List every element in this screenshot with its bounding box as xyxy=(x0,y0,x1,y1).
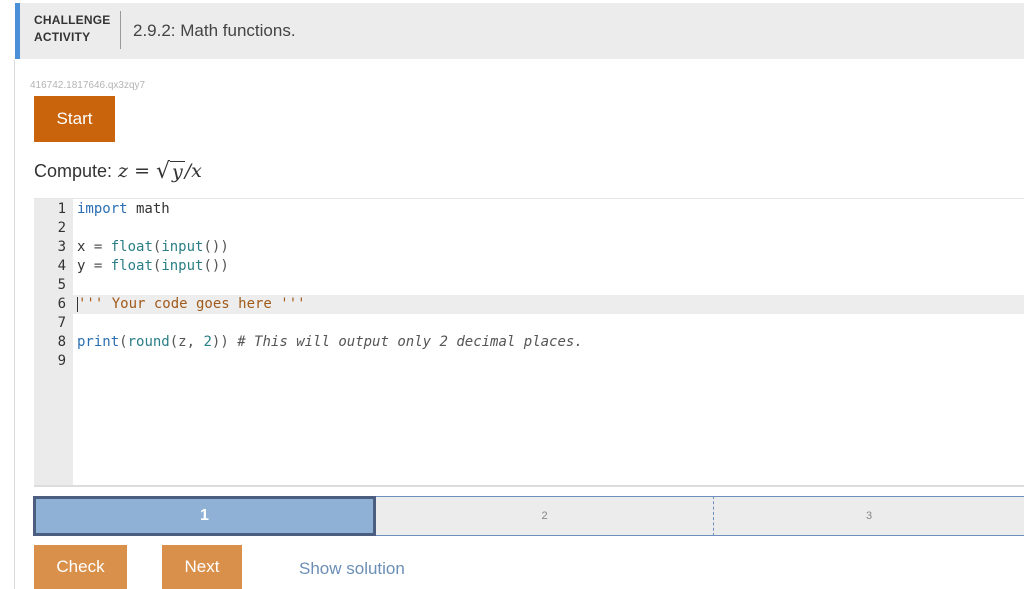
radical-sign-icon: √ xyxy=(155,158,171,184)
code-line[interactable]: 5 xyxy=(34,276,1024,295)
code-line[interactable]: 1 import math xyxy=(34,200,1024,219)
formula-divisor: /x xyxy=(184,160,202,182)
code-token: input xyxy=(161,258,204,274)
formula-lhs: z xyxy=(118,160,129,182)
code-line[interactable]: 6 ''' Your code goes here ''' xyxy=(34,295,1024,314)
code-token: round xyxy=(127,334,170,350)
line-number: 4 xyxy=(57,258,66,274)
code-token: float xyxy=(102,239,153,255)
code-token: (z, xyxy=(169,334,204,350)
code-token: 2 xyxy=(203,334,212,350)
code-text: import math xyxy=(77,200,170,219)
formula-equals: = xyxy=(134,160,150,182)
line-number: 3 xyxy=(57,239,66,255)
check-button[interactable]: Check xyxy=(34,545,127,589)
compute-prompt: Compute: z = √ y /x xyxy=(34,160,202,182)
line-number: 9 xyxy=(57,353,66,369)
code-line[interactable]: 4 y = float(input()) xyxy=(34,257,1024,276)
square-root: √ y xyxy=(155,158,185,184)
start-button[interactable]: Start xyxy=(34,96,115,142)
code-text: ''' Your code goes here ''' xyxy=(77,295,306,314)
compute-label: Compute: xyxy=(34,160,113,181)
header-divider xyxy=(120,11,121,49)
code-line[interactable]: 3 x = float(input()) xyxy=(34,238,1024,257)
activity-id: 416742.1817646.qx3zqy7 xyxy=(30,80,146,91)
code-token: import xyxy=(77,201,128,217)
formula-radicand: y xyxy=(170,160,185,183)
formula: z = √ y /x xyxy=(118,160,202,182)
line-number: 7 xyxy=(57,315,66,331)
code-line[interactable]: 8 print(round(z, 2)) # This will output o… xyxy=(34,333,1024,352)
code-text: print(round(z, 2)) # This will output on… xyxy=(77,333,583,352)
code-text: x = float(input()) xyxy=(77,238,229,257)
code-token: ( xyxy=(119,334,128,350)
code-token: ()) xyxy=(203,239,229,255)
code-token: x xyxy=(77,239,94,255)
code-token: ()) xyxy=(203,258,229,274)
code-token: )) xyxy=(211,334,229,350)
badge-line-1: CHALLENGE xyxy=(34,13,111,27)
content-frame-border xyxy=(14,60,15,589)
code-token: input xyxy=(161,239,204,255)
progress-step-1[interactable]: 1 xyxy=(33,496,376,536)
code-token: print xyxy=(77,334,120,350)
line-number: 1 xyxy=(57,201,66,217)
level-progress-bar: 1 2 3 xyxy=(33,496,1024,536)
next-button[interactable]: Next xyxy=(162,545,242,589)
code-token: float xyxy=(102,258,153,274)
code-editor[interactable]: 1 import math 2 3 x = float(input()) 4 y = flo… xyxy=(34,198,1024,487)
badge-line-2: ACTIVITY xyxy=(34,30,91,44)
challenge-activity-badge: CHALLENGE ACTIVITY xyxy=(34,12,110,46)
code-text: y = float(input()) xyxy=(77,257,229,276)
show-solution-link[interactable]: Show solution xyxy=(299,559,405,579)
progress-step-2[interactable]: 2 xyxy=(376,496,714,536)
line-number: 2 xyxy=(57,220,66,236)
code-token: # This will output only 2 decimal places… xyxy=(228,334,583,350)
code-line[interactable]: 7 xyxy=(34,314,1024,333)
line-number: 5 xyxy=(57,277,66,293)
line-number: 8 xyxy=(57,334,66,350)
activity-title: 2.9.2: Math functions. xyxy=(133,21,296,40)
activity-header: CHALLENGE ACTIVITY 2.9.2: Math functions… xyxy=(15,3,1024,59)
code-line[interactable]: 9 xyxy=(34,352,1024,371)
code-token: math xyxy=(127,201,170,217)
code-line[interactable]: 2 xyxy=(34,219,1024,238)
line-number: 6 xyxy=(57,296,66,312)
code-token: y xyxy=(77,258,94,274)
code-token: ''' Your code goes here ''' xyxy=(78,296,306,312)
progress-step-3[interactable]: 3 xyxy=(714,496,1024,536)
